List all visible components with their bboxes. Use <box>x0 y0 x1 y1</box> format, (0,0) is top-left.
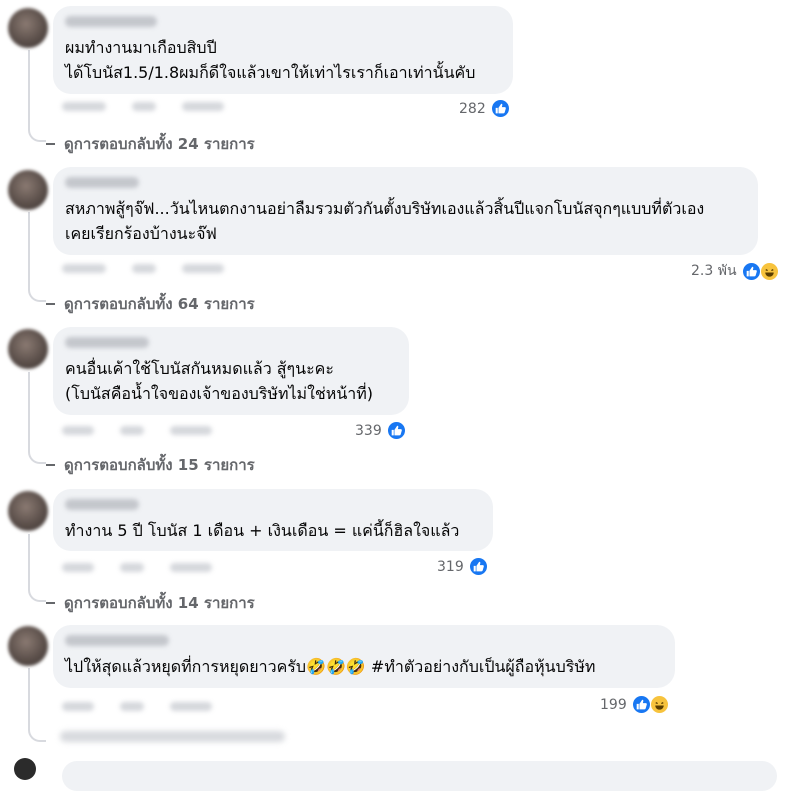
thread-curve <box>28 728 46 742</box>
like-icon <box>490 99 510 118</box>
view-replies-label: ดูการตอบกลับทั้ง 14 รายการ <box>64 594 255 612</box>
commenter-name[interactable] <box>65 499 139 510</box>
timestamp[interactable] <box>62 701 94 711</box>
thread-line <box>28 50 30 128</box>
thread-curve <box>28 588 46 602</box>
avatar[interactable] <box>8 170 48 210</box>
view-replies-label: ดูการตอบกลับทั้ง 15 รายการ <box>64 456 255 474</box>
reaction-summary[interactable]: 319 <box>437 557 488 576</box>
thread-line <box>28 534 30 588</box>
haha-icon <box>649 695 669 714</box>
reaction-count: 199 <box>600 696 627 713</box>
reaction-count: 282 <box>459 100 486 117</box>
like-action[interactable] <box>132 263 156 273</box>
like-icon <box>631 695 651 714</box>
view-replies-link[interactable]: ดูการตอบกลับทั้ง 64 รายการ <box>46 292 255 316</box>
comment-text: ทำงาน 5 ปี โบนัส 1 เดือน + เงินเดือน = แ… <box>65 521 460 540</box>
avatar[interactable] <box>8 329 48 369</box>
timestamp[interactable] <box>62 263 106 273</box>
commenter-name[interactable] <box>65 337 149 348</box>
reply-arrow-icon <box>46 143 55 145</box>
reply-action[interactable] <box>170 701 212 711</box>
avatar[interactable] <box>8 626 48 666</box>
view-replies-label: ดูการตอบกลับทั้ง 24 รายการ <box>64 135 255 153</box>
reply-action[interactable] <box>182 263 224 273</box>
avatar[interactable] <box>8 8 48 48</box>
like-action[interactable] <box>120 701 144 711</box>
thread-line <box>28 212 30 288</box>
like-icon <box>741 261 761 281</box>
comment-actions <box>62 701 212 711</box>
like-icon <box>386 421 406 440</box>
commenter-name[interactable] <box>65 635 169 646</box>
avatar[interactable] <box>8 491 48 531</box>
comment-bubble: ไปให้สุดแล้วหยุดที่การหยุดยาวครับ🤣🤣🤣 #ทำ… <box>53 625 675 688</box>
reaction-summary[interactable]: 282 <box>459 99 510 118</box>
timestamp[interactable] <box>62 425 94 435</box>
haha-icon <box>759 261 779 281</box>
like-action[interactable] <box>120 425 144 435</box>
like-action[interactable] <box>120 562 144 572</box>
thread-curve <box>28 128 46 142</box>
thread-curve <box>28 450 46 464</box>
view-replies-link[interactable]: ดูการตอบกลับทั้ง 15 รายการ <box>46 453 255 477</box>
view-replies-link[interactable]: ดูการตอบกลับทั้ง 24 รายการ <box>46 132 255 156</box>
thread-line <box>28 668 30 728</box>
thread-curve <box>28 288 46 302</box>
reply-arrow-icon <box>46 602 55 604</box>
comment-bubble: คนอื่นเค้าใช้โบนัสกันหมดแล้ว สู้ๆนะคะ (โ… <box>53 327 409 415</box>
like-action[interactable] <box>132 101 156 111</box>
like-icon <box>468 557 488 576</box>
comment-bubble: สหภาพสู้ๆจ๊ฟ...วันไหนตกงานอย่าลืมรวมตัวก… <box>53 167 758 255</box>
comment-text: ผมทำงานมาเกือบสิบปี ได้โบนัส1.5/1.8ผมก็ด… <box>65 38 476 82</box>
thread-line <box>28 372 30 450</box>
reaction-count: 339 <box>355 422 382 439</box>
comment-actions <box>62 101 224 111</box>
reply-arrow-icon <box>46 464 55 466</box>
comment-text: ไปให้สุดแล้วหยุดที่การหยุดยาวครับ🤣🤣🤣 #ทำ… <box>65 657 596 676</box>
reply-action[interactable] <box>182 101 224 111</box>
comment-actions <box>62 425 212 435</box>
reaction-summary[interactable]: 199 <box>600 695 669 714</box>
comment-actions <box>62 263 224 273</box>
commenter-name[interactable] <box>65 16 157 27</box>
comment-actions <box>62 562 212 572</box>
avatar <box>14 758 36 780</box>
comment-bubble: ผมทำงานมาเกือบสิบปี ได้โบนัส1.5/1.8ผมก็ด… <box>53 6 513 94</box>
reply-arrow-icon <box>46 303 55 305</box>
comment-text: สหภาพสู้ๆจ๊ฟ...วันไหนตกงานอย่าลืมรวมตัวก… <box>65 199 705 243</box>
commenter-name[interactable] <box>65 177 139 188</box>
comment-text: คนอื่นเค้าใช้โบนัสกันหมดแล้ว สู้ๆนะคะ (โ… <box>65 359 374 403</box>
view-replies-link[interactable]: ดูการตอบกลับทั้ง 14 รายการ <box>46 591 255 615</box>
reaction-summary[interactable]: 339 <box>355 421 406 440</box>
reply-action[interactable] <box>170 425 212 435</box>
timestamp[interactable] <box>62 101 106 111</box>
reaction-count: 2.3 พัน <box>691 263 737 279</box>
reply-action[interactable] <box>170 562 212 572</box>
reaction-summary[interactable]: 2.3 พัน <box>691 260 779 282</box>
reaction-count: 319 <box>437 558 464 575</box>
view-replies-label: ดูการตอบกลับทั้ง 64 รายการ <box>64 295 255 313</box>
timestamp[interactable] <box>62 562 94 572</box>
hidden-replies-link[interactable] <box>60 731 285 742</box>
comment-bubble: ทำงาน 5 ปี โบนัส 1 เดือน + เงินเดือน = แ… <box>53 489 493 551</box>
